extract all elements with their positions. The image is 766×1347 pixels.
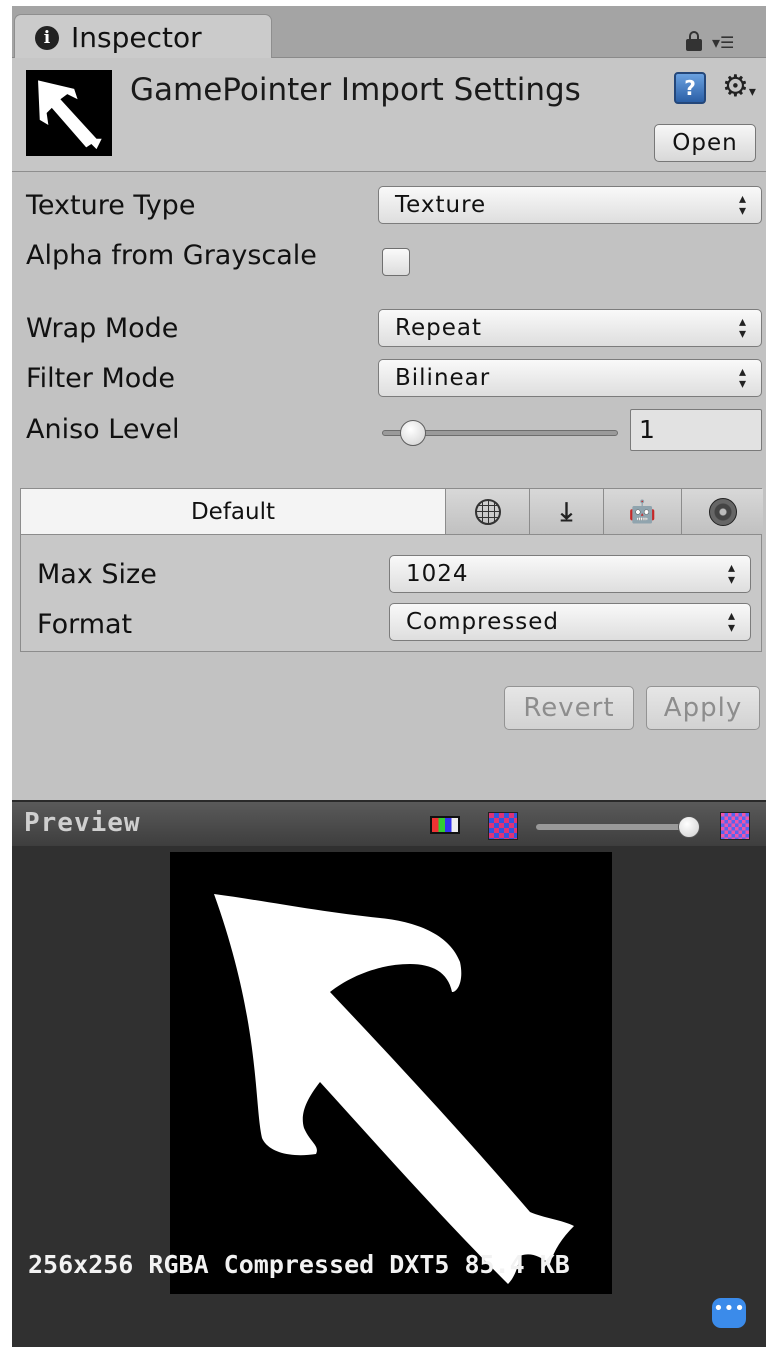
preview-area: 256x256 RGBA Compressed DXT5 85.4 KB •••	[12, 846, 766, 1347]
android-icon: 🤖	[628, 499, 657, 525]
gear-icon[interactable]: ⚙▾	[722, 70, 756, 109]
max-size-dropdown[interactable]: 1024 ▴ ▾	[389, 555, 751, 593]
inspector-window: i Inspector ▾☰ GamePointer Import Settin…	[12, 6, 766, 1347]
mip-level-slider-thumb[interactable]	[678, 816, 700, 838]
preview-title: Preview	[24, 808, 141, 838]
alpha-grayscale-label: Alpha from Grayscale	[26, 240, 317, 271]
platform-tabs: Default ⤓ 🤖	[20, 488, 763, 535]
help-book-icon[interactable]: ?	[674, 72, 706, 104]
lock-icon[interactable]	[686, 31, 702, 51]
tab-inspector[interactable]: i Inspector	[14, 14, 272, 60]
tab-web[interactable]	[445, 489, 529, 535]
updown-arrows-icon: ▴ ▾	[738, 314, 747, 342]
open-button[interactable]: Open	[654, 124, 756, 162]
revert-button[interactable]: Revert	[504, 686, 634, 730]
aniso-level-field[interactable]: 1	[630, 409, 762, 451]
tab-bar: i Inspector ▾☰	[12, 6, 766, 60]
tab-disc[interactable]	[681, 489, 763, 535]
mip-large-icon	[720, 812, 750, 840]
info-icon: i	[35, 25, 59, 50]
format-dropdown[interactable]: Compressed ▴ ▾	[389, 603, 751, 641]
download-icon: ⤓	[560, 496, 573, 527]
preview-header: Preview	[12, 800, 766, 846]
aniso-level-slider-thumb[interactable]	[400, 420, 426, 446]
tab-standalone[interactable]: ⤓	[529, 489, 603, 535]
wrap-mode-label: Wrap Mode	[26, 313, 179, 344]
mip-level-slider-track[interactable]	[536, 824, 692, 830]
texture-type-label: Texture Type	[26, 190, 196, 221]
alpha-grayscale-checkbox[interactable]	[382, 248, 410, 276]
updown-arrows-icon: ▴ ▾	[727, 560, 736, 588]
apply-button[interactable]: Apply	[646, 686, 760, 730]
asset-header: GamePointer Import Settings ? ⚙▾ Open	[12, 58, 766, 172]
platform-settings: Max Size 1024 ▴ ▾ Format Compressed ▴ ▾	[20, 534, 762, 652]
asset-thumbnail	[26, 70, 112, 156]
wrap-mode-dropdown[interactable]: Repeat ▴ ▾	[378, 309, 762, 347]
filter-mode-value: Bilinear	[395, 365, 491, 391]
max-size-label: Max Size	[37, 559, 157, 590]
disc-icon	[708, 498, 737, 526]
mip-small-icon	[488, 812, 518, 840]
tab-menu-icon[interactable]: ▾☰	[712, 34, 752, 52]
tab-android[interactable]: 🤖	[603, 489, 681, 535]
preview-info: 256x256 RGBA Compressed DXT5 85.4 KB	[28, 1250, 570, 1279]
format-label: Format	[37, 609, 133, 640]
updown-arrows-icon: ▴ ▾	[727, 608, 736, 636]
max-size-value: 1024	[406, 561, 469, 587]
filter-mode-dropdown[interactable]: Bilinear ▴ ▾	[378, 359, 762, 397]
tab-label: Inspector	[71, 21, 202, 54]
wrap-mode-value: Repeat	[395, 315, 482, 341]
more-options-icon[interactable]: •••	[712, 1298, 746, 1328]
tab-default[interactable]: Default	[21, 489, 445, 535]
texture-type-value: Texture	[395, 192, 487, 218]
updown-arrows-icon: ▴ ▾	[738, 364, 747, 392]
texture-preview-image	[170, 852, 612, 1294]
texture-type-dropdown[interactable]: Texture ▴ ▾	[378, 186, 762, 224]
asset-title: GamePointer Import Settings	[130, 72, 581, 108]
updown-arrows-icon: ▴ ▾	[738, 191, 747, 219]
format-value: Compressed	[406, 609, 559, 635]
web-icon	[474, 499, 501, 525]
rgb-channels-icon[interactable]	[430, 816, 460, 834]
filter-mode-label: Filter Mode	[26, 363, 176, 394]
aniso-level-label: Aniso Level	[26, 414, 180, 445]
